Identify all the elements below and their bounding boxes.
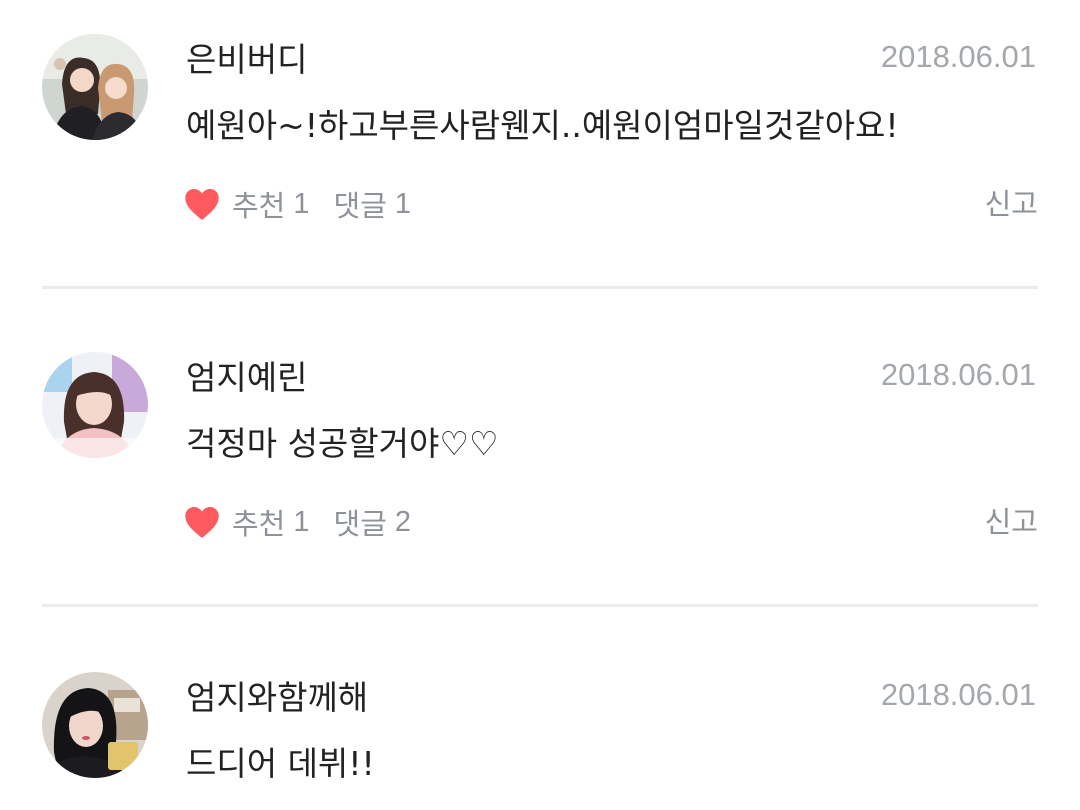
avatar-photo-icon: [42, 672, 148, 778]
comment-text: 드디어 데뷔!!: [186, 744, 375, 783]
divider: [42, 604, 1038, 607]
heart-icon[interactable]: [182, 184, 222, 224]
heart-icon[interactable]: [182, 502, 222, 542]
reply-label: 댓글: [333, 507, 387, 541]
report-button[interactable]: 신고: [985, 500, 1038, 544]
recommend-label[interactable]: 추천: [232, 183, 285, 225]
username[interactable]: 엄지와함께해: [186, 678, 368, 718]
username[interactable]: 은비버디: [186, 40, 307, 80]
reply-label: 댓글: [333, 189, 387, 223]
comment-date: 2018.06.01: [880, 357, 1036, 392]
avatar-photo-icon: [42, 34, 148, 140]
comment-item: 은비버디 2018.06.01 예원아~!하고부른사람웬지..예원이엄마일것같아…: [0, 0, 1080, 289]
divider: [42, 286, 1038, 289]
reply-count: 1: [394, 187, 412, 220]
recommend-count: 1: [293, 187, 310, 220]
comment-date: 2018.06.01: [880, 39, 1036, 74]
avatar[interactable]: [42, 34, 148, 140]
reply-button[interactable]: 댓글 2: [334, 501, 412, 543]
reply-count: 2: [394, 505, 412, 538]
recommend-label[interactable]: 추천: [232, 501, 285, 543]
comment-actions: 추천 1 댓글 2: [182, 500, 411, 544]
comment-date: 2018.06.01: [880, 677, 1036, 712]
reply-button[interactable]: 댓글 1: [334, 183, 412, 225]
comment-item: 엄지예린 2018.06.01 걱정마 성공할거야♡♡ 추천 1 댓글 2 신고: [0, 290, 1080, 606]
avatar-photo-icon: [42, 352, 148, 458]
comment-actions: 추천 1 댓글 1: [182, 182, 411, 226]
comment-item: 엄지와함께해 2018.06.01 드디어 데뷔!!: [0, 608, 1080, 810]
username[interactable]: 엄지예린: [186, 358, 307, 398]
avatar[interactable]: [42, 672, 148, 778]
avatar[interactable]: [42, 352, 148, 458]
recommend-count: 1: [293, 505, 310, 538]
comment-text: 걱정마 성공할거야♡♡: [186, 424, 499, 463]
report-button[interactable]: 신고: [985, 182, 1038, 226]
comment-text: 예원아~!하고부른사람웬지..예원이엄마일것같아요!: [186, 106, 899, 145]
